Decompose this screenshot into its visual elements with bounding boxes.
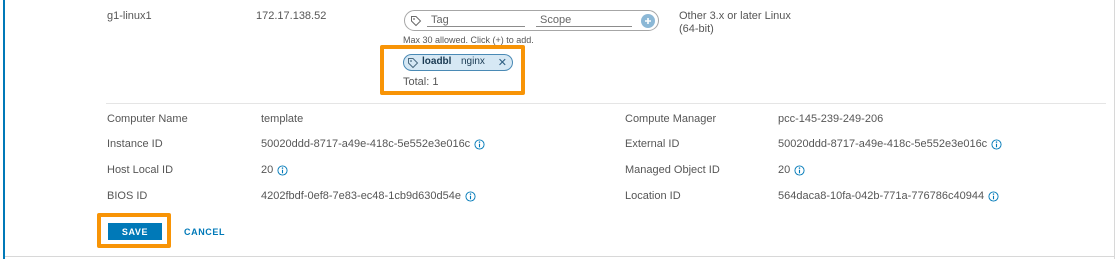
host-local-id-label: Host Local ID bbox=[107, 164, 174, 176]
section-divider bbox=[106, 103, 1106, 104]
tag-scope-input-group bbox=[404, 10, 659, 31]
location-id-text: 564daca8-10fa-042b-771a-776786c40944 bbox=[778, 190, 985, 202]
bios-id-label: BIOS ID bbox=[107, 190, 148, 202]
managed-object-id-text: 20 bbox=[778, 164, 791, 176]
tag-icon bbox=[408, 58, 419, 69]
host-local-id-text: 20 bbox=[261, 164, 274, 176]
vm-os-line2: (64-bit) bbox=[679, 23, 714, 35]
tag-chip-tag: loadbl bbox=[422, 56, 452, 67]
external-id-text: 50020ddd-8717-a49e-418c-5e552e3e016c bbox=[778, 138, 988, 150]
external-id-label: External ID bbox=[625, 138, 680, 150]
managed-object-id-value: 20 bbox=[778, 164, 805, 176]
panel-bottom-border bbox=[5, 256, 1115, 257]
bios-id-text: 4202fbdf-0ef8-7e83-ec48-1cb9d630d54e bbox=[261, 190, 461, 202]
plus-circle-icon bbox=[645, 18, 651, 24]
vm-ip-address: 172.17.138.52 bbox=[256, 10, 327, 22]
compute-manager-value: pcc-145-239-249-206 bbox=[778, 113, 883, 125]
panel-right-border bbox=[1114, 0, 1115, 259]
location-id-label: Location ID bbox=[625, 190, 681, 202]
tag-icon bbox=[411, 16, 422, 27]
computer-name-text: template bbox=[261, 113, 304, 125]
add-tag-button[interactable] bbox=[641, 14, 655, 28]
info-icon[interactable] bbox=[277, 164, 288, 176]
info-icon[interactable] bbox=[474, 138, 485, 150]
info-icon[interactable] bbox=[988, 190, 999, 202]
external-id-value: 50020ddd-8717-a49e-418c-5e552e3e016c bbox=[778, 138, 1002, 150]
compute-manager-label: Compute Manager bbox=[625, 113, 717, 125]
info-icon[interactable] bbox=[794, 164, 805, 176]
computer-name-value: template bbox=[261, 113, 303, 125]
tag-input[interactable] bbox=[427, 13, 525, 27]
close-icon[interactable]: ✕ bbox=[498, 56, 507, 69]
computer-name-label: Computer Name bbox=[107, 113, 188, 125]
selection-accent-bar bbox=[3, 0, 5, 259]
cancel-button[interactable]: CANCEL bbox=[184, 227, 225, 237]
vm-detail-panel: g1-linux1 172.17.138.52 Max 30 allowed. … bbox=[0, 0, 1118, 259]
tag-chip-scope: nginx bbox=[461, 56, 485, 67]
tag-chip[interactable]: loadbl nginx ✕ bbox=[403, 54, 513, 71]
host-local-id-value: 20 bbox=[261, 164, 288, 176]
location-id-value: 564daca8-10fa-042b-771a-776786c40944 bbox=[778, 190, 999, 202]
vm-os: Other 3.x or later Linux (64-bit) bbox=[679, 10, 791, 36]
scope-input[interactable] bbox=[536, 13, 632, 27]
instance-id-value: 50020ddd-8717-a49e-418c-5e552e3e016c bbox=[261, 138, 485, 150]
vm-name: g1-linux1 bbox=[107, 10, 152, 22]
info-icon[interactable] bbox=[465, 190, 476, 202]
save-button[interactable]: SAVE bbox=[108, 223, 162, 240]
instance-id-label: Instance ID bbox=[107, 138, 163, 150]
tag-helper-text: Max 30 allowed. Click (+) to add. bbox=[403, 35, 534, 45]
bios-id-value: 4202fbdf-0ef8-7e83-ec48-1cb9d630d54e bbox=[261, 190, 476, 202]
vm-os-line1: Other 3.x or later Linux bbox=[679, 10, 791, 22]
managed-object-id-label: Managed Object ID bbox=[625, 164, 720, 176]
info-icon[interactable] bbox=[991, 138, 1002, 150]
tag-total-count: Total: 1 bbox=[403, 76, 439, 88]
instance-id-text: 50020ddd-8717-a49e-418c-5e552e3e016c bbox=[261, 138, 471, 150]
compute-manager-text: pcc-145-239-249-206 bbox=[778, 113, 884, 125]
